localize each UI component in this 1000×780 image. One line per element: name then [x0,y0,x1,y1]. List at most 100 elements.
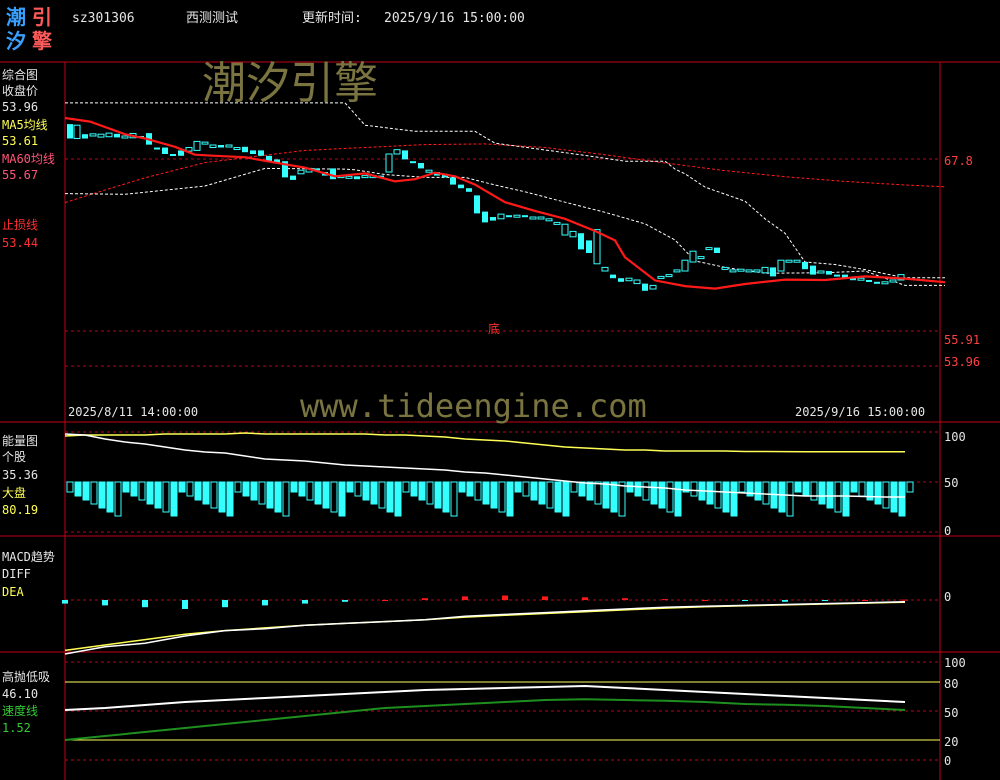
candle [105,132,113,138]
macd-bar [422,598,428,600]
candle [753,269,761,273]
candle [490,217,496,221]
diff-line [64,601,906,655]
energy-bar [226,481,234,517]
candle [218,145,224,148]
energy-bar [466,481,474,497]
energy-bar [258,481,266,505]
energy-bar [322,481,330,509]
candle [114,133,120,138]
candle [586,240,592,253]
macd-bar [462,596,468,600]
energy-bar [74,481,82,497]
energy-bar [202,481,210,505]
energy-bar [586,481,594,501]
panel4-title: 高抛低吸 [2,670,51,684]
candle [745,269,753,273]
candle [834,274,840,277]
market-energy-line [64,432,905,453]
energy-bar [842,481,850,517]
macd-bar [382,600,388,601]
candle [770,267,776,277]
candle [170,154,176,156]
energy-bar [210,481,218,509]
energy-bar [530,481,538,501]
energy-bar [426,481,434,505]
gaodi-axis-label-5: 0 [944,754,952,768]
panel1-title: 综合图 [2,68,39,82]
price-axis-label-3: 53.96 [944,355,981,369]
candle [242,146,248,153]
energy-bar [338,481,346,517]
candle [633,279,641,285]
candle [625,277,633,282]
ma5-label: MA5均线 [2,118,48,132]
energy-bar [114,481,122,517]
candle [802,262,808,270]
energy-bar [850,481,858,493]
energy-bar [98,481,106,509]
candle [193,140,201,151]
energy-bar [818,481,826,505]
candle [681,259,689,272]
candle [506,215,512,218]
energy-bar [474,481,482,501]
energy-bar [754,481,762,501]
macd-bar [622,598,628,600]
candle [618,278,624,282]
candle [82,134,88,139]
energy-bar [722,481,730,513]
energy-bar [778,481,786,513]
energy-bar [178,481,186,493]
energy-bar [394,481,402,517]
energy-bar [266,481,274,509]
candle [345,175,353,179]
stop-value: 53.44 [2,236,39,250]
candle [665,274,673,278]
candle [201,141,209,145]
candle [225,144,233,148]
macd-bar [822,600,828,601]
energy-bar [618,481,626,517]
gaodi-value: 46.10 [2,687,39,701]
gaodi-panel [64,661,940,761]
candle [881,281,889,285]
energy-bar [186,481,194,497]
energy-bar [218,481,226,513]
candle [73,124,81,140]
energy-bar [66,481,74,493]
energy-bar [506,481,514,517]
stock-label: 个股 [2,450,27,464]
energy-bar [658,481,666,509]
candle [866,280,872,282]
candle [154,147,160,150]
energy-bar [634,481,642,497]
energy-bar [898,481,906,517]
candle [673,269,681,273]
candle [729,269,737,273]
energy-bar [282,481,290,517]
candle [361,175,369,179]
gaodi-axis-label-1: 100 [944,656,966,670]
energy-bar [714,481,722,509]
watermark-cn: 潮汐引擎 [202,58,378,109]
macd-bar [302,600,308,604]
energy-bar [290,481,298,493]
energy-bar [826,481,834,509]
energy-bar [570,481,578,493]
energy-bar [90,481,98,505]
candle [793,259,801,263]
candle [578,233,584,250]
energy-bar [170,481,178,517]
energy-bar [650,481,658,505]
macd-bar [782,600,788,602]
energy-bar [82,481,90,501]
macd-panel [62,595,940,655]
ma60-label: MA60均线 [2,152,55,166]
macd-bar [742,600,748,601]
energy-bar [498,481,506,513]
energy-bar [418,481,426,501]
energy-bar [370,481,378,505]
close-value: 53.96 [2,100,39,114]
candle [466,188,472,192]
